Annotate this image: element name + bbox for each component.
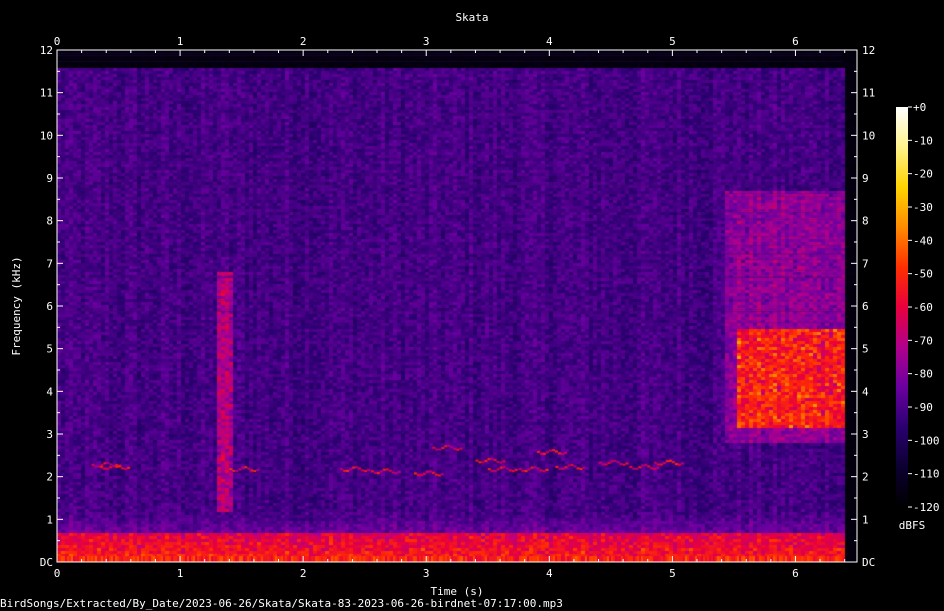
y-tick-label: 2 — [46, 471, 53, 484]
colorbar-tick-label: -40 — [913, 234, 933, 247]
colorbar-tick-label: -110 — [913, 468, 940, 481]
y-tick-label-right: 4 — [862, 385, 869, 398]
colorbar-tick-label: -80 — [913, 368, 933, 381]
y-tick-label: 4 — [46, 385, 53, 398]
y-tick-label-right: 1 — [862, 513, 869, 526]
x-tick-label: 3 — [423, 567, 430, 580]
colorbar-tick-label: -60 — [913, 301, 933, 314]
colorbar-tick-label: -50 — [913, 268, 933, 281]
y-tick-label: 8 — [46, 215, 53, 228]
y-tick-label: 9 — [46, 172, 53, 185]
x-tick-label: 1 — [177, 567, 184, 580]
y-tick-label: 10 — [40, 129, 53, 142]
y-axis-label: Frequency (kHz) — [10, 256, 23, 355]
y-tick-label-right: 2 — [862, 471, 869, 484]
y-tick-label-right: 8 — [862, 215, 869, 228]
y-tick-label: 5 — [46, 343, 53, 356]
y-tick-label-right: DC — [862, 556, 875, 569]
spectrogram-image — [57, 50, 857, 562]
y-tick-label: DC — [40, 556, 53, 569]
y-tick-label-right: 10 — [862, 129, 875, 142]
y-tick-label-right: 12 — [862, 44, 875, 57]
x-tick-label-top: 6 — [792, 35, 799, 48]
x-tick-label-top: 2 — [300, 35, 307, 48]
y-tick-label-right: 5 — [862, 343, 869, 356]
y-tick-label-right: 9 — [862, 172, 869, 185]
y-tick-label: 6 — [46, 300, 53, 313]
colorbar-tick-label: -120 — [913, 501, 940, 514]
x-tick-label: 6 — [792, 567, 799, 580]
y-tick-label: 3 — [46, 428, 53, 441]
colorbar-tick-label: -70 — [913, 334, 933, 347]
y-tick-label: 11 — [40, 87, 53, 100]
colorbar-tick-label: +0 — [913, 101, 926, 114]
x-tick-label: 0 — [54, 567, 61, 580]
x-tick-label-top: 3 — [423, 35, 430, 48]
y-tick-label-right: 6 — [862, 300, 869, 313]
colorbar-gradient — [896, 107, 908, 507]
y-tick-label: 12 — [40, 44, 53, 57]
x-tick-label: 5 — [669, 567, 676, 580]
colorbar-label: dBFS — [899, 519, 926, 532]
y-tick-label-right: 7 — [862, 257, 869, 270]
colorbar-tick-label: -30 — [913, 201, 933, 214]
colorbar-tick-label: -100 — [913, 434, 940, 447]
x-tick-label: 4 — [546, 567, 553, 580]
colorbar-tick-label: -90 — [913, 401, 933, 414]
colorbar: +0 -10 -20 -30 -40 -50 -60 -70 -80 -90 -100 -110 -12… — [896, 101, 940, 514]
x-tick-label-top: 4 — [546, 35, 553, 48]
colorbar-tick-label: -20 — [913, 168, 933, 181]
x-tick-label: 2 — [300, 567, 307, 580]
spectrogram-plot — [56, 49, 858, 563]
file-path-footer: BirdSongs/Extracted/By_Date/2023-06-26/S… — [0, 597, 563, 610]
y-tick-label-right: 3 — [862, 428, 869, 441]
x-tick-label-top: 1 — [177, 35, 184, 48]
y-tick-label-right: 11 — [862, 87, 875, 100]
x-tick-label-top: 5 — [669, 35, 676, 48]
chart-title: Skata — [455, 11, 488, 24]
y-tick-label: 7 — [46, 257, 53, 270]
y-tick-label: 1 — [46, 513, 53, 526]
spectrogram-chart: Skata 00112233445566DC DC1 12 23 34 45 56 67 78 8… — [10, 11, 940, 598]
x-tick-label-top: 0 — [54, 35, 61, 48]
colorbar-tick-label: -10 — [913, 134, 933, 147]
